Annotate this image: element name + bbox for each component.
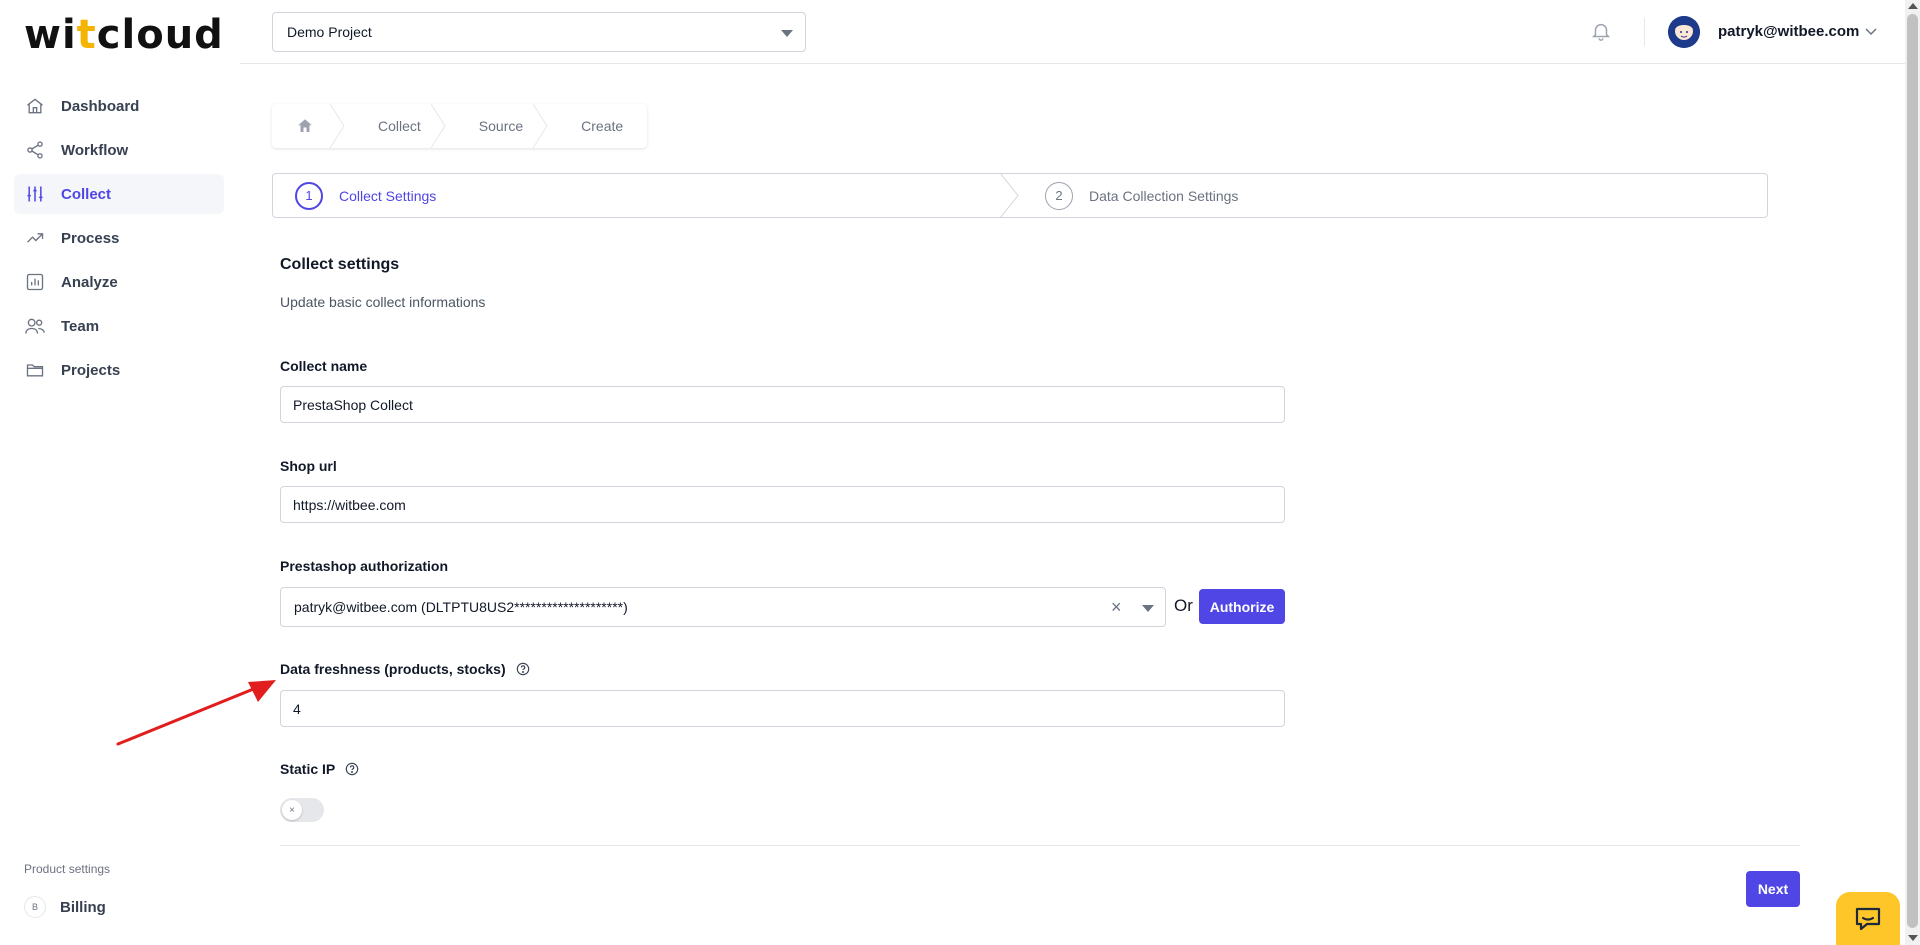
sidebar-item-analyze[interactable]: Analyze <box>14 262 224 302</box>
users-icon <box>24 315 46 337</box>
next-button[interactable]: Next <box>1746 871 1800 907</box>
section-title: Collect settings <box>280 256 400 273</box>
breadcrumb-home[interactable] <box>272 104 345 148</box>
static-ip-label-row: Static IP <box>280 761 359 777</box>
chat-widget-button[interactable] <box>1836 892 1900 945</box>
sidebar-item-workflow[interactable]: Workflow <box>14 130 224 170</box>
collect-name-input[interactable]: PrestaShop Collect <box>280 386 1285 423</box>
sidebar-item-process[interactable]: Process <box>14 218 224 258</box>
clear-icon[interactable]: × <box>1111 598 1122 616</box>
step-number: 1 <box>295 181 323 210</box>
header-divider <box>1644 18 1645 46</box>
sidebar-item-label: Team <box>61 317 100 335</box>
chevron-down-icon[interactable] <box>1864 24 1878 38</box>
scrollbar-thumb[interactable] <box>1907 14 1918 928</box>
breadcrumb: Collect Source Create <box>272 104 648 148</box>
toggle-off-icon: × <box>282 800 302 820</box>
authorize-button[interactable]: Authorize <box>1199 589 1285 624</box>
stepper: 1 Collect Settings 2 Data Collection Set… <box>272 173 1768 218</box>
sidebar-item-label: Collect <box>61 185 112 203</box>
project-select-value: Demo Project <box>287 24 372 40</box>
freshness-input[interactable]: 4 <box>280 690 1285 727</box>
shop-url-value: https://witbee.com <box>293 496 406 513</box>
caret-down-icon <box>781 30 793 37</box>
breadcrumb-item-collect[interactable]: Collect <box>342 104 446 148</box>
sidebar-item-label: Billing <box>60 898 106 916</box>
home-icon <box>24 95 46 117</box>
scroll-down-icon[interactable] <box>1908 935 1918 941</box>
breadcrumb-separator <box>430 104 446 148</box>
chat-icon <box>1855 907 1881 930</box>
shop-url-input[interactable]: https://witbee.com <box>280 486 1285 523</box>
auth-select-value: patryk@witbee.com (DLTPTU8US2***********… <box>294 599 628 615</box>
product-settings-heading: Product settings <box>24 862 111 876</box>
sidebar-item-label: Projects <box>61 361 121 379</box>
freshness-label: Data freshness (products, stocks) <box>280 661 506 677</box>
logo-text-accent: t <box>76 12 97 58</box>
logo[interactable]: witcloud <box>24 12 224 58</box>
section-subtitle: Update basic collect informations <box>280 294 486 310</box>
step-data-collection-settings[interactable]: 2 Data Collection Settings <box>1045 174 1238 217</box>
breadcrumb-separator <box>330 104 345 148</box>
freshness-value: 4 <box>293 700 301 717</box>
scroll-up-icon[interactable] <box>1908 3 1918 9</box>
help-icon[interactable] <box>516 662 530 676</box>
or-text: Or <box>1174 596 1193 615</box>
form-divider <box>280 845 1800 846</box>
caret-down-icon[interactable] <box>1142 605 1154 612</box>
collect-name-value: PrestaShop Collect <box>293 396 413 413</box>
page-scrollbar[interactable] <box>1905 0 1920 945</box>
logo-text-post: cloud <box>96 12 224 58</box>
bar-chart-icon <box>24 271 46 293</box>
sidebar-item-label: Dashboard <box>61 97 140 115</box>
breadcrumb-item-create: Create <box>545 104 647 148</box>
step-label: Data Collection Settings <box>1089 187 1239 204</box>
collect-name-label: Collect name <box>280 358 368 374</box>
sidebar: witcloud Dashboard Workflow Collect Proc… <box>0 0 240 945</box>
static-ip-toggle[interactable]: × <box>280 798 324 822</box>
sidebar-item-label: Process <box>61 229 120 247</box>
user-email[interactable]: patryk@witbee.com <box>1718 23 1859 40</box>
project-select[interactable]: Demo Project <box>272 12 806 52</box>
sidebar-item-dashboard[interactable]: Dashboard <box>14 86 224 126</box>
folder-icon <box>24 359 46 381</box>
static-ip-label: Static IP <box>280 761 336 777</box>
sidebar-nav: Dashboard Workflow Collect Process Analy… <box>14 86 224 394</box>
sidebar-item-billing[interactable]: B Billing <box>24 896 106 918</box>
help-icon[interactable] <box>345 762 359 776</box>
breadcrumb-label: Source <box>478 118 524 134</box>
step-label: Collect Settings <box>339 187 437 204</box>
step-number: 2 <box>1045 181 1073 210</box>
trending-icon <box>24 227 46 249</box>
app-root: witcloud Dashboard Workflow Collect Proc… <box>0 0 1920 945</box>
step-separator <box>1000 173 1019 218</box>
freshness-label-row: Data freshness (products, stocks) <box>280 661 530 677</box>
sidebar-item-label: Analyze <box>61 273 118 291</box>
auth-label: Prestashop authorization <box>280 558 449 574</box>
share-icon <box>24 139 46 161</box>
breadcrumb-separator <box>533 104 548 148</box>
breadcrumb-label: Create <box>581 118 624 134</box>
sidebar-item-team[interactable]: Team <box>14 306 224 346</box>
top-header: Demo Project patryk@witbee.com <box>240 0 1905 64</box>
home-icon <box>298 119 312 132</box>
sliders-icon <box>24 183 46 205</box>
step-collect-settings[interactable]: 1 Collect Settings <box>295 174 436 217</box>
bell-icon[interactable] <box>1590 20 1614 44</box>
auth-select[interactable]: patryk@witbee.com (DLTPTU8US2***********… <box>280 587 1166 627</box>
logo-text-pre: wi <box>24 12 77 58</box>
sidebar-item-label: Workflow <box>61 141 129 159</box>
sidebar-item-collect[interactable]: Collect <box>14 174 224 214</box>
red-arrow-annotation <box>116 680 276 746</box>
breadcrumb-item-source[interactable]: Source <box>443 104 548 148</box>
billing-badge: B <box>24 896 46 918</box>
breadcrumb-label: Collect <box>378 118 421 134</box>
shop-url-label: Shop url <box>280 458 337 474</box>
sidebar-item-projects[interactable]: Projects <box>14 350 224 390</box>
avatar[interactable] <box>1668 16 1700 48</box>
